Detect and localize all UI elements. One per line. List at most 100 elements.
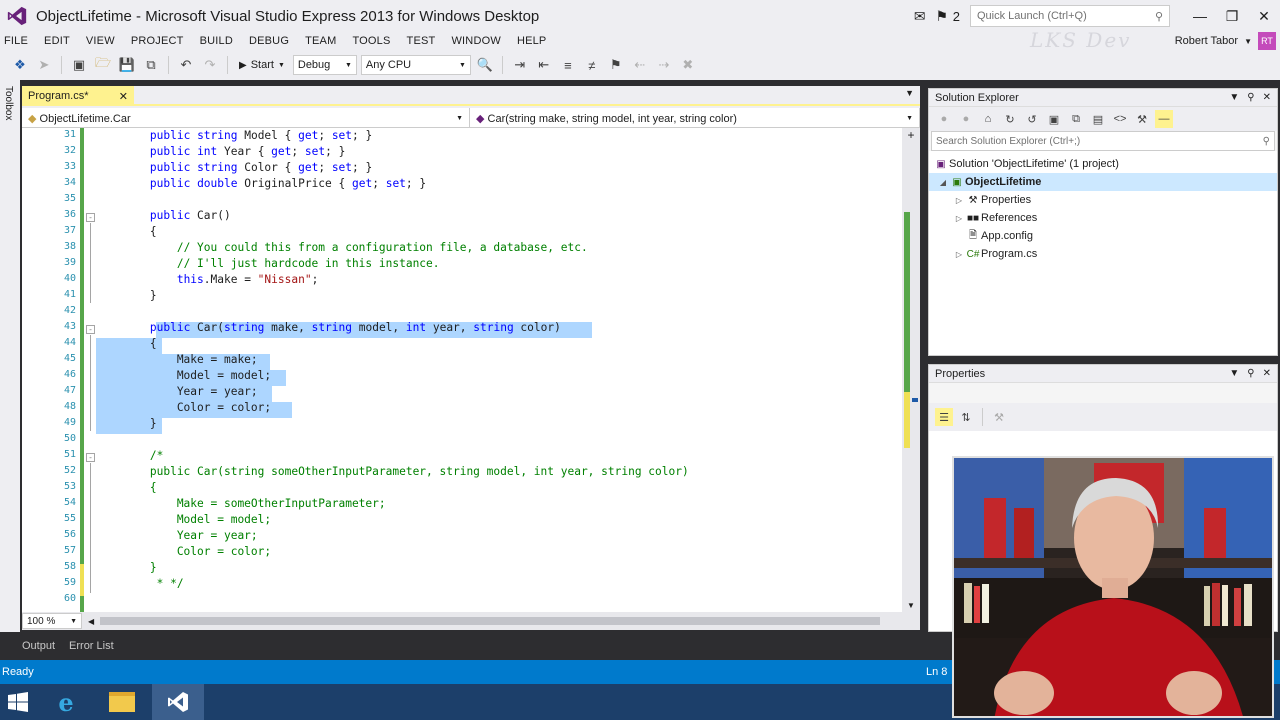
chevron-down-icon[interactable]: ▼: [905, 88, 914, 98]
start-debugging-button[interactable]: ▶ Start ▼: [235, 59, 289, 71]
horizontal-scrollbar[interactable]: 100 % ▼ ◀: [22, 612, 920, 630]
zoom-select[interactable]: 100 % ▼: [22, 613, 82, 629]
show-all-files-icon[interactable]: ⧉: [1067, 110, 1085, 128]
standard-toolbar: ❖ ➤ ▣ 🗁 💾 ⧉ ↶ ↷ ▶ Start ▼ Debug ▼ Any CP…: [0, 50, 1280, 80]
chevron-left-icon[interactable]: ◀: [88, 617, 94, 626]
close-icon[interactable]: ✕: [119, 90, 128, 103]
alphabetical-icon[interactable]: ⇅: [957, 408, 975, 426]
solution-explorer-search[interactable]: Search Solution Explorer (Ctrl+;) ⚲: [931, 131, 1275, 151]
restore-button[interactable]: ❐: [1216, 0, 1248, 32]
minimize-button[interactable]: —: [1184, 0, 1216, 32]
preview-icon[interactable]: —: [1155, 110, 1173, 128]
chevron-down-icon[interactable]: ▼: [1229, 368, 1239, 379]
collapse-toggle[interactable]: -: [86, 453, 95, 462]
chevron-down-icon: ▼: [344, 61, 352, 69]
chevron-down-icon[interactable]: ▼: [1229, 92, 1239, 103]
forward-icon[interactable]: ●: [957, 110, 975, 128]
menu-project[interactable]: PROJECT: [123, 35, 192, 47]
forward-icon[interactable]: ➤: [34, 55, 54, 75]
categorized-icon[interactable]: ☰: [935, 408, 953, 426]
step-into-icon[interactable]: ⇥: [510, 55, 530, 75]
tree-item-solution[interactable]: ▣ Solution 'ObjectLifetime' (1 project): [929, 155, 1277, 173]
comment-icon[interactable]: ≡: [558, 55, 578, 75]
chevron-down-icon[interactable]: ▼: [907, 601, 915, 610]
type-navigation-select[interactable]: ◆ ObjectLifetime.Car ▼: [22, 108, 470, 128]
menu-team[interactable]: TEAM: [297, 35, 344, 47]
find-in-files-icon[interactable]: 🔍: [475, 55, 495, 75]
tab-program-cs[interactable]: Program.cs* ✕: [22, 86, 134, 106]
redo-icon[interactable]: ↷: [200, 55, 220, 75]
home-icon[interactable]: ⌂: [979, 110, 997, 128]
avatar[interactable]: RT: [1258, 32, 1276, 50]
close-icon[interactable]: ✕: [1263, 92, 1271, 103]
tree-item-properties[interactable]: ▷ ⚒ Properties: [929, 191, 1277, 209]
chevron-right-icon[interactable]: ▷: [953, 214, 965, 223]
chevron-right-icon[interactable]: ▷: [953, 196, 965, 205]
tree-item-program-cs[interactable]: ▷ C# Program.cs: [929, 245, 1277, 263]
taskbar-internet-explorer[interactable]: e: [40, 684, 92, 720]
tab-output[interactable]: Output: [22, 640, 55, 652]
user-name[interactable]: Robert Tabor: [1175, 35, 1238, 47]
taskbar-file-explorer[interactable]: [96, 684, 148, 720]
next-bookmark-icon[interactable]: ⇢: [654, 55, 674, 75]
back-icon[interactable]: ●: [935, 110, 953, 128]
start-menu-button[interactable]: [0, 684, 36, 720]
notification-flag-icon[interactable]: ⚑: [931, 5, 953, 27]
chevron-right-icon[interactable]: ▷: [953, 250, 965, 259]
sync-icon[interactable]: ↻: [1001, 110, 1019, 128]
undo-icon[interactable]: ↶: [176, 55, 196, 75]
taskbar-visual-studio[interactable]: [152, 684, 204, 720]
scroll-thumb[interactable]: [100, 617, 881, 625]
bookmark-icon[interactable]: ⚑: [606, 55, 626, 75]
menu-debug[interactable]: DEBUG: [241, 35, 297, 47]
tree-item-app-config[interactable]: 🗎 App.config: [929, 227, 1277, 245]
quick-launch-input[interactable]: Quick Launch (Ctrl+Q) ⚲: [970, 5, 1170, 27]
split-icon[interactable]: +: [902, 128, 920, 144]
toolbox-tab[interactable]: Toolbox: [3, 86, 14, 120]
clear-bookmarks-icon[interactable]: ✖: [678, 55, 698, 75]
collapse-toggle[interactable]: -: [86, 325, 95, 334]
type-navigation-value: ObjectLifetime.Car: [39, 112, 131, 125]
property-pages-icon[interactable]: ⚒: [990, 408, 1008, 426]
solution-platform-select[interactable]: Any CPU ▼: [360, 55, 471, 75]
code-line: Make = someOtherInputParameter;: [96, 497, 386, 510]
close-window-button[interactable]: ✕: [1248, 0, 1280, 32]
solution-configuration-select[interactable]: Debug ▼: [292, 55, 357, 75]
new-project-icon[interactable]: ▣: [69, 55, 89, 75]
vertical-scrollbar[interactable]: + ▼: [902, 128, 920, 612]
collapse-all-icon[interactable]: ▣: [1045, 110, 1063, 128]
windows-logo-icon: [8, 692, 28, 712]
code-editor[interactable]: 31 32 33 34 35 36 37 38 39 40 41 42 43 4…: [22, 128, 902, 612]
save-all-icon[interactable]: ⧉: [141, 55, 161, 75]
menu-file[interactable]: FILE: [0, 35, 36, 47]
menu-edit[interactable]: EDIT: [36, 35, 78, 47]
copy-icon[interactable]: ▤: [1089, 110, 1107, 128]
tab-error-list[interactable]: Error List: [69, 640, 114, 652]
menu-tools[interactable]: TOOLS: [344, 35, 398, 47]
member-navigation-select[interactable]: ◆ Car(string make, string model, int yea…: [470, 108, 920, 128]
close-icon[interactable]: ✕: [1263, 368, 1271, 379]
pin-icon[interactable]: ⚲: [1247, 368, 1254, 379]
properties-wrench-icon[interactable]: ⚒: [1133, 110, 1151, 128]
menu-help[interactable]: HELP: [509, 35, 555, 47]
tree-item-references[interactable]: ▷ ■■ References: [929, 209, 1277, 227]
properties-object-select[interactable]: [929, 383, 1277, 403]
expand-arrow-icon[interactable]: ◢: [937, 178, 949, 187]
step-over-icon[interactable]: ⇤: [534, 55, 554, 75]
collapse-toggle[interactable]: -: [86, 213, 95, 222]
menu-view[interactable]: VIEW: [78, 35, 123, 47]
tree-item-project[interactable]: ◢ ▣ ObjectLifetime: [929, 173, 1277, 191]
pin-icon[interactable]: ⚲: [1247, 92, 1254, 103]
prev-bookmark-icon[interactable]: ⇠: [630, 55, 650, 75]
open-file-icon[interactable]: 🗁: [93, 55, 113, 75]
menu-build[interactable]: BUILD: [192, 35, 241, 47]
view-code-icon[interactable]: <>: [1111, 110, 1129, 128]
menu-window[interactable]: WINDOW: [443, 35, 508, 47]
menu-test[interactable]: TEST: [399, 35, 444, 47]
chevron-down-icon[interactable]: ▼: [1244, 37, 1252, 46]
refresh-icon[interactable]: ↺: [1023, 110, 1041, 128]
uncomment-icon[interactable]: ≠: [582, 55, 602, 75]
feedback-icon[interactable]: ✉: [909, 5, 931, 27]
save-icon[interactable]: 💾: [117, 55, 137, 75]
back-icon[interactable]: ❖: [10, 55, 30, 75]
